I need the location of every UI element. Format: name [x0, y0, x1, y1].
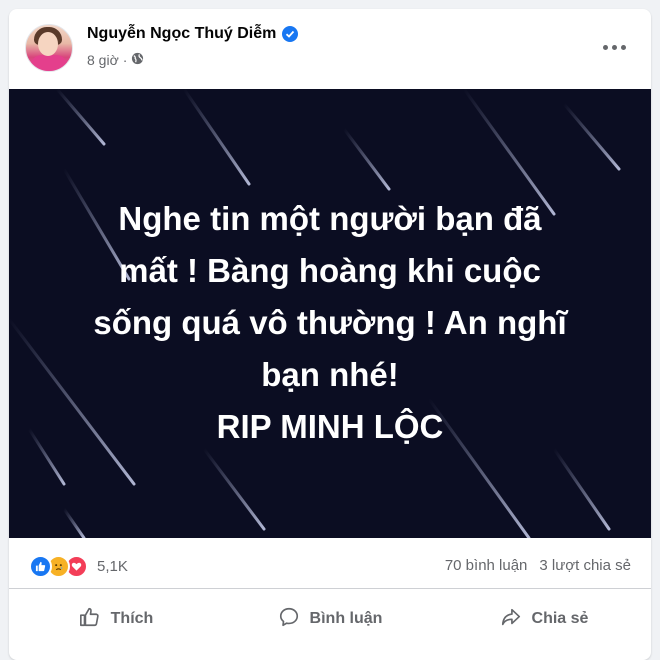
share-arrow-icon	[500, 606, 522, 633]
action-bar: Thích Bình luận Chia sẻ	[9, 589, 651, 649]
image-text-line: sống quá vô thường ! An nghĩ	[93, 304, 567, 341]
author-avatar[interactable]	[25, 24, 73, 72]
like-label: Thích	[110, 610, 154, 627]
post-image[interactable]: Nghe tin một người bạn đã mất ! Bàng hoà…	[9, 89, 651, 538]
image-text-line: Nghe tin một người bạn đã	[118, 200, 542, 237]
verified-badge-icon	[282, 26, 299, 42]
reaction-summary[interactable]: 5,1K	[29, 555, 128, 578]
image-text-line: bạn nhé!	[261, 356, 399, 393]
reaction-count: 5,1K	[97, 558, 128, 575]
globe-icon	[131, 52, 144, 68]
image-text-line: RIP MINH LỘC	[216, 408, 444, 445]
like-button[interactable]: Thích	[9, 589, 223, 649]
comment-button[interactable]: Bình luận	[223, 589, 437, 649]
post-time[interactable]: 8 giờ	[87, 52, 119, 68]
post-meta: 8 giờ ·	[87, 52, 144, 68]
comment-bubble-icon	[278, 606, 300, 633]
author-name-row: Nguyễn Ngọc Thuý Diễm	[87, 25, 299, 43]
author-name[interactable]: Nguyễn Ngọc Thuý Diễm	[87, 25, 276, 43]
thumbs-up-icon	[79, 606, 101, 633]
share-button[interactable]: Chia sẻ	[437, 589, 651, 649]
post-header: Nguyễn Ngọc Thuý Diễm 8 giờ ·	[9, 9, 651, 89]
share-count[interactable]: 3 lượt chia sẻ	[539, 557, 631, 574]
post-card: Nguyễn Ngọc Thuý Diễm 8 giờ · Nghe tin m…	[9, 9, 651, 660]
share-label: Chia sẻ	[531, 610, 589, 627]
like-icon	[29, 555, 52, 578]
comment-label: Bình luận	[309, 610, 383, 627]
more-options-icon[interactable]	[599, 37, 629, 57]
image-text-line: mất ! Bàng hoàng khi cuộc	[119, 252, 541, 289]
post-image-text: Nghe tin một người bạn đã mất ! Bàng hoà…	[9, 193, 651, 453]
engagement-stats: 70 bình luận 3 lượt chia sẻ	[445, 557, 631, 574]
reactions-bar: 5,1K 70 bình luận 3 lượt chia sẻ	[9, 538, 651, 589]
comment-count[interactable]: 70 bình luận	[445, 557, 528, 574]
